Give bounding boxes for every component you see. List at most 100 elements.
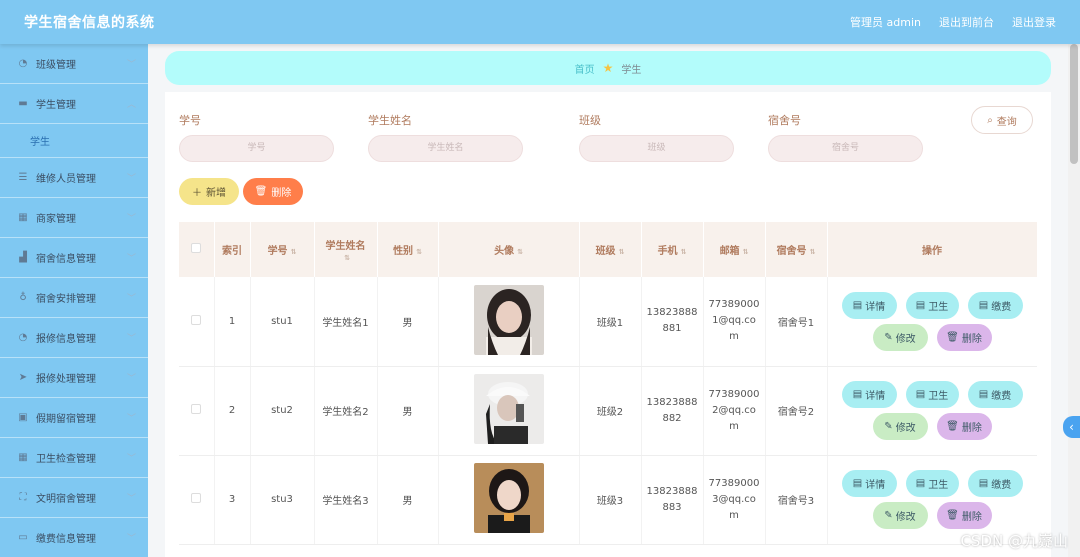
trash-icon: 🗑 [946, 331, 959, 343]
edit-button[interactable]: ✎ 修改 [872, 413, 928, 440]
sort-icon[interactable]: ⇅ [743, 248, 749, 256]
column-header-index: 索引 [214, 222, 251, 277]
sidebar-item-student[interactable]: ▬ 学生管理 ︿ [0, 84, 148, 124]
breadcrumb-home[interactable]: 首页 [575, 61, 595, 76]
sidebar-item-civil-dorm[interactable]: ⛶ 文明宿舍管理 ﹀ [0, 478, 148, 518]
row-checkbox[interactable] [191, 404, 202, 414]
sidebar-item-merchant[interactable]: ▦ 商家管理 ﹀ [0, 198, 148, 238]
sidebar-item-dorm-info[interactable]: ▟ 宿舍信息管理 ﹀ [0, 238, 148, 278]
thumb-icon: ▟ [19, 251, 27, 263]
top-actions: 管理员 admin 退出到前台 退出登录 [850, 14, 1056, 30]
exit-to-front-link[interactable]: 退出到前台 [939, 14, 994, 30]
document-icon: ▤ [852, 389, 863, 400]
pencil-icon: ✎ [884, 331, 893, 343]
cell-gender: 男 [377, 366, 439, 456]
chevron-down-icon: ﹀ [126, 174, 136, 184]
cell-student-no: stu2 [250, 366, 315, 456]
query-button[interactable]: ⌕ 查询 [971, 106, 1033, 134]
column-header-student-no[interactable]: 学号 ⇅ [250, 222, 315, 277]
sort-icon[interactable]: ⇅ [416, 248, 422, 256]
sidebar-item-health-check[interactable]: ▦ 卫生检查管理 ﹀ [0, 438, 148, 478]
delete-button[interactable]: 🗑 删除 [936, 413, 992, 440]
health-button[interactable]: ▤ 卫生 [905, 381, 959, 408]
sidebar-item-repair-info[interactable]: ◔ 报修信息管理 ﹀ [0, 318, 148, 358]
sidebar-item-dorm-arrange[interactable]: ♁ 宿舍安排管理 ﹀ [0, 278, 148, 318]
cell-email: 773890001@qq.com [703, 277, 766, 367]
scrollbar-thumb[interactable] [1070, 44, 1078, 164]
cell-student-no: stu1 [250, 277, 315, 367]
document-icon: ▤ [915, 478, 926, 489]
sidebar-item-payment[interactable]: ▭ 缴费信息管理 ﹀ [0, 518, 148, 557]
delete-button[interactable]: 🗑 删除 [936, 323, 992, 351]
column-header-room[interactable]: 宿舍号 ⇅ [765, 222, 828, 277]
detail-button[interactable]: ▤ 详情 [841, 291, 897, 319]
sidebar-item-repair-staff[interactable]: ☰ 维修人员管理 ﹀ [0, 158, 148, 198]
breadcrumb: 首页 ★ 学生 [165, 51, 1051, 85]
column-header-actions: 操作 [827, 222, 1037, 277]
chevron-left-icon[interactable]: ‹ [1063, 416, 1080, 438]
fee-button[interactable]: ▤ 缴费 [967, 470, 1023, 497]
fee-button[interactable]: ▤ 缴费 [967, 381, 1023, 408]
detail-button[interactable]: ▤ 详情 [841, 381, 897, 408]
search-field-student-name: 学生姓名 学生姓名 [368, 112, 523, 162]
health-button[interactable]: ▤ 卫生 [905, 470, 959, 497]
sidebar: ◔ 班级管理 ﹀ ▬ 学生管理 ︿ 学生 ☰ 维修人员管理 ﹀ ▦ 商家管理 ﹀ ▟ 宿舍信息管理… [0, 44, 148, 557]
column-header-gender[interactable]: 性别 ⇅ [377, 222, 439, 277]
sort-icon[interactable]: ⇅ [810, 248, 816, 256]
edit-button[interactable]: ✎ 修改 [872, 502, 928, 529]
avatar[interactable] [473, 463, 544, 533]
star-icon: ★ [602, 61, 614, 75]
sidebar-item-repair-handle[interactable]: ➤ 报修处理管理 ﹀ [0, 358, 148, 398]
column-header-email[interactable]: 邮箱 ⇅ [703, 222, 766, 277]
avatar[interactable] [473, 284, 544, 355]
row-checkbox[interactable] [191, 314, 202, 325]
detail-button[interactable]: ▤ 详情 [841, 470, 897, 497]
sidebar-subitem-student[interactable]: 学生 [0, 124, 148, 158]
sort-icon[interactable]: ⇅ [681, 248, 687, 256]
breadcrumb-current: 学生 [621, 64, 642, 76]
column-header-avatar[interactable]: 头像 ⇅ [438, 222, 580, 277]
avatar[interactable] [473, 374, 544, 444]
sort-icon[interactable]: ⇅ [619, 248, 625, 256]
health-button[interactable]: ▤ 卫生 [905, 291, 959, 319]
cell-class: 班级3 [579, 455, 642, 545]
row-checkbox[interactable] [191, 493, 202, 503]
sort-icon[interactable]: ⇅ [291, 248, 297, 256]
search-label: 宿舍号 [768, 114, 801, 127]
column-header-class[interactable]: 班级 ⇅ [579, 222, 642, 277]
card-icon: ▭ [18, 531, 28, 543]
cell-phone: 13823888883 [641, 455, 704, 545]
chevron-down-icon: ﹀ [126, 494, 136, 504]
class-input[interactable]: 班级 [579, 135, 734, 162]
cell-phone: 13823888881 [641, 277, 704, 367]
chevron-down-icon: ﹀ [126, 534, 136, 544]
grid-icon: ▦ [18, 211, 28, 223]
search-field-class: 班级 班级 [579, 112, 734, 162]
select-all-checkbox[interactable] [191, 243, 202, 253]
room-input[interactable]: 宿舍号 [768, 135, 923, 162]
sidebar-item-holiday-stay[interactable]: ▣ 假期留宿管理 ﹀ [0, 398, 148, 438]
search-label: 学号 [179, 114, 201, 127]
student-name-input[interactable]: 学生姓名 [368, 135, 523, 162]
column-header-phone[interactable]: 手机 ⇅ [641, 222, 704, 277]
column-header-student-name[interactable]: 学生姓名 ⇅ [314, 222, 378, 277]
chevron-down-icon: ﹀ [126, 414, 136, 424]
cell-actions: ▤ 详情 ▤ 卫生 ▤ 缴费 ✎ 修改 🗑 删除 [827, 366, 1037, 456]
batch-delete-button[interactable]: 🗑 删除 [243, 178, 303, 205]
add-button[interactable]: ＋新增 [179, 178, 239, 205]
sidebar-item-class[interactable]: ◔ 班级管理 ﹀ [0, 44, 148, 84]
page-scrollbar[interactable] [1068, 44, 1080, 557]
fee-button[interactable]: ▤ 缴费 [967, 291, 1023, 319]
document-icon: ▤ [915, 299, 926, 311]
delete-button[interactable]: 🗑 删除 [936, 502, 992, 529]
logout-link[interactable]: 退出登录 [1012, 14, 1056, 30]
cell-actions: ▤ 详情 ▤ 卫生 ▤ 缴费 ✎ 修改 🗑 删除 [827, 277, 1037, 367]
sort-icon[interactable]: ⇅ [517, 248, 523, 256]
student-no-input[interactable]: 学号 [179, 135, 334, 162]
row-actions: ▤ 详情 ▤ 卫生 ▤ 缴费 ✎ 修改 🗑 删除 [828, 381, 1037, 440]
edit-button[interactable]: ✎ 修改 [872, 323, 928, 351]
sort-icon[interactable]: ⇅ [344, 254, 350, 262]
row-checkbox-cell [179, 455, 215, 545]
trash-icon: 🗑 [946, 421, 959, 432]
cell-email: 773890003@qq.com [703, 455, 766, 545]
